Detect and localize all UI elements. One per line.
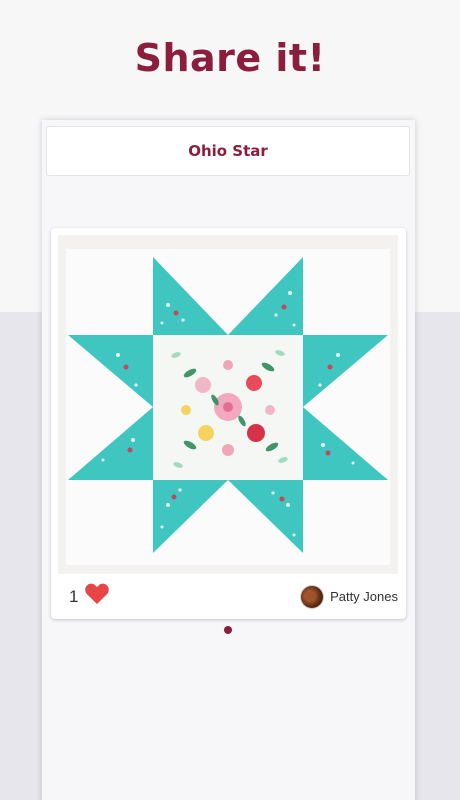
like-group: 1 [69, 582, 110, 611]
post-author[interactable]: Patty Jones [300, 584, 398, 609]
headline: Share it! [134, 36, 326, 80]
like-count: 1 [69, 586, 79, 606]
post-card[interactable]: 1 Patty Jones [51, 228, 406, 619]
app-bar: Ohio Star [46, 126, 410, 176]
phone-screen: Ohio Star 1 Patty Jones [42, 120, 415, 800]
author-name[interactable]: Patty Jones [330, 589, 398, 604]
app-bar-title: Ohio Star [188, 142, 268, 160]
quilt-block-image [58, 235, 398, 574]
post-footer: 1 Patty Jones [51, 574, 406, 619]
page-indicator-dot [224, 626, 232, 634]
heart-icon[interactable] [84, 582, 110, 611]
avatar[interactable] [300, 584, 325, 609]
post-photo[interactable] [58, 235, 398, 574]
